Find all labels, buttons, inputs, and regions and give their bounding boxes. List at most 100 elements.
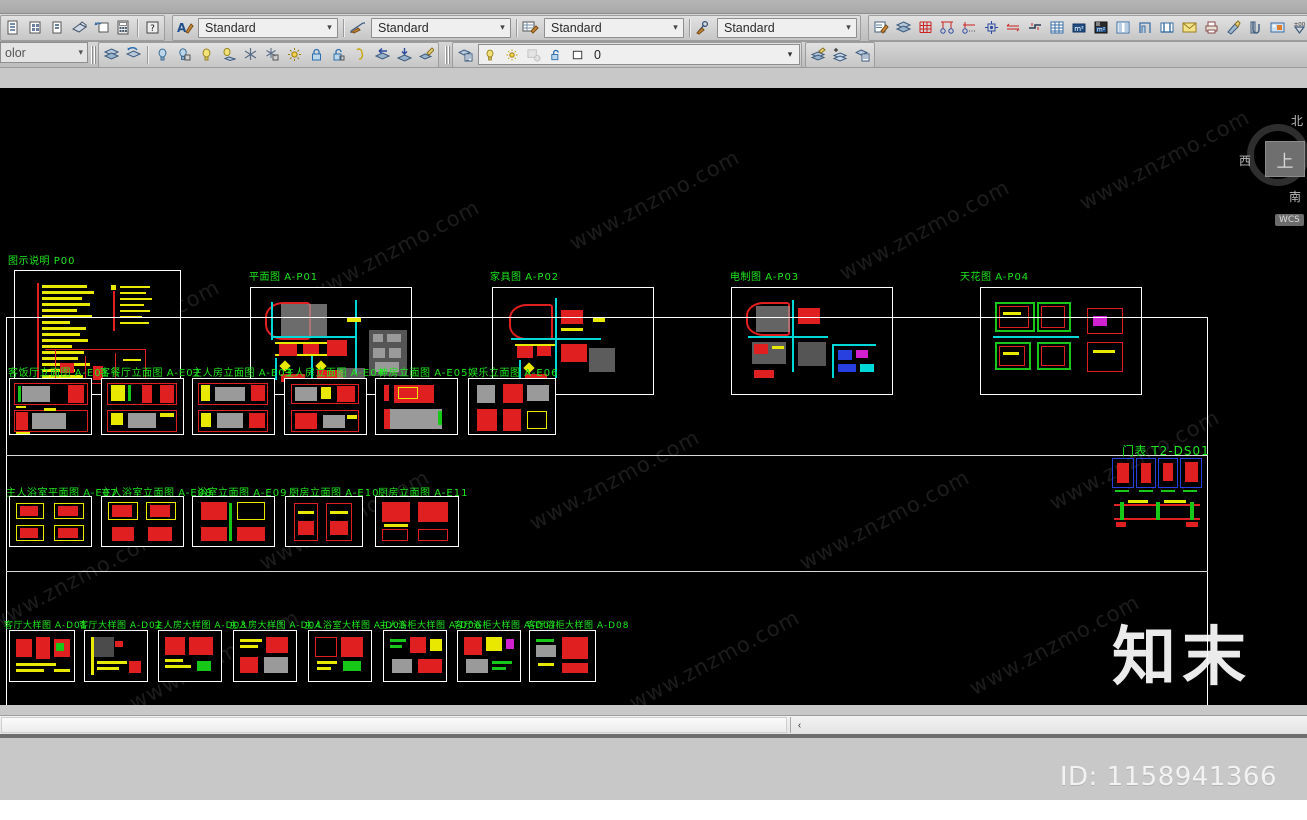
drawing-frame-a-e02[interactable] (101, 378, 184, 435)
drawing-frame-a-e05[interactable] (375, 378, 458, 435)
lightbulb-icon[interactable] (479, 44, 501, 66)
drawing-frame-a-d06[interactable] (383, 630, 447, 682)
freeze-icon[interactable] (523, 44, 545, 66)
layer-unlock-icon[interactable] (327, 44, 349, 66)
drawing-thumbnail-a-d01 (10, 631, 74, 681)
clip-icon[interactable] (1244, 17, 1266, 39)
edit-attribute-icon[interactable] (870, 17, 892, 39)
drawing-frame-a-d03[interactable] (158, 630, 222, 682)
plot-icon[interactable] (68, 17, 90, 39)
open-drawing-icon[interactable] (24, 17, 46, 39)
horizontal-scrollbar[interactable]: ‹ (0, 715, 1307, 734)
chevron-down-icon[interactable]: ▾ (495, 22, 510, 33)
dimension-style-icon[interactable] (347, 17, 369, 39)
chevron-down-icon[interactable]: ▾ (78, 47, 83, 58)
layer-control[interactable]: 0 ▾ (478, 44, 800, 65)
drawing-frame-a-d02[interactable] (84, 630, 148, 682)
layer-lock-icon[interactable] (305, 44, 327, 66)
table-style-combo[interactable]: Standard ▾ (544, 17, 684, 38)
save-drawing-icon[interactable] (46, 17, 68, 39)
layer-sun-icon[interactable] (283, 44, 305, 66)
drawing-frame-a-e10[interactable] (285, 496, 363, 547)
color-swatch-icon[interactable] (567, 44, 589, 66)
sun-icon[interactable] (501, 44, 523, 66)
scroll-left-arrow[interactable]: ‹ (790, 717, 808, 733)
text-style-icon[interactable]: A (174, 17, 196, 39)
drawing-frame-a-d01[interactable] (9, 630, 75, 682)
drawing-frame-a-e08[interactable] (101, 496, 184, 547)
drawing-frame-a-d04[interactable] (233, 630, 297, 682)
layer-thaw-icon[interactable] (261, 44, 283, 66)
new-drawing-icon[interactable] (2, 17, 24, 39)
dimension-style-combo[interactable]: Standard ▾ (371, 17, 511, 38)
layer-lamp-icon[interactable] (195, 44, 217, 66)
view-cube-top-face[interactable]: 上 (1265, 141, 1305, 177)
image-icon[interactable] (1266, 17, 1288, 39)
wall-icon[interactable] (1112, 17, 1134, 39)
drawing-frame-a-e01[interactable] (9, 378, 92, 435)
drawing-frame-a-e11[interactable] (375, 496, 459, 547)
node-icon[interactable] (980, 17, 1002, 39)
layer-walk-icon[interactable] (807, 44, 829, 66)
area-list-icon[interactable]: m² (1090, 17, 1112, 39)
layer-freeze-icon[interactable] (239, 44, 261, 66)
view-cube[interactable]: 北 西 南 上 WCS (1239, 110, 1307, 240)
table-style-icon[interactable] (520, 17, 542, 39)
drawing-frame-a-d05[interactable] (308, 630, 372, 682)
offset-section-icon[interactable] (1024, 17, 1046, 39)
window-icon[interactable] (1156, 17, 1178, 39)
drawing-frame-a-e03[interactable] (192, 378, 275, 435)
drawing-frame-a-e07[interactable] (9, 496, 92, 547)
paint-icon[interactable] (1222, 17, 1244, 39)
layer-isolate-icon[interactable] (349, 44, 371, 66)
ucs-selector[interactable]: WCS (1275, 214, 1304, 226)
grid-icon[interactable] (914, 17, 936, 39)
text-style-combo[interactable]: Standard ▾ (198, 17, 338, 38)
layer-lamp2-icon[interactable] (217, 44, 239, 66)
toolbar-grip[interactable] (444, 43, 450, 66)
door-icon[interactable] (1134, 17, 1156, 39)
layer-states-icon[interactable] (851, 44, 873, 66)
drawing-frame-a-e04[interactable] (284, 378, 367, 435)
drawing-label-a-p01: 平面图 A-P01 (249, 268, 318, 283)
drawing-thumbnail-a-e05 (376, 379, 457, 434)
plot-preview-icon[interactable] (90, 17, 112, 39)
drawing-canvas[interactable]: www.znzmo.com www.znzmo.com www.znzmo.co… (0, 88, 1307, 705)
calculator-icon[interactable] (112, 17, 134, 39)
chevron-down-icon[interactable]: ▾ (668, 22, 683, 33)
drawing-frame-a-d07[interactable] (457, 630, 521, 682)
drawing-thumbnail-t2-ds01[interactable] (1112, 458, 1202, 530)
layer-new-icon[interactable] (829, 44, 851, 66)
chevron-down-icon[interactable]: ▾ (781, 49, 799, 60)
drawing-frame-a-d08[interactable] (529, 630, 596, 682)
layer-off-icon[interactable] (173, 44, 195, 66)
table-icon[interactable] (1046, 17, 1068, 39)
scrollbar-thumb[interactable] (1, 717, 787, 733)
multileader-style-combo[interactable]: Standard ▾ (717, 17, 857, 38)
columns-icon[interactable] (936, 17, 958, 39)
elevation-icon[interactable]: ±00 (1288, 17, 1307, 39)
drawing-frame-a-e09[interactable] (192, 496, 275, 547)
layers-icon[interactable] (892, 17, 914, 39)
area-m2-icon[interactable]: m² (1068, 17, 1090, 39)
toolbar-grip[interactable] (90, 43, 96, 66)
layer-properties-icon[interactable] (100, 44, 122, 66)
layer-on-icon[interactable] (151, 44, 173, 66)
multileader-style-icon[interactable] (693, 17, 715, 39)
express-tools-toolbar-group: m² m² ±00 (868, 14, 1307, 41)
help-icon[interactable]: ? (141, 17, 163, 39)
layer-merge-icon[interactable] (371, 44, 393, 66)
align-icon[interactable] (1002, 17, 1024, 39)
color-control[interactable]: olor ▾ (0, 42, 88, 63)
layer-to-current-icon[interactable] (393, 44, 415, 66)
column-line-icon[interactable] (958, 17, 980, 39)
mail-icon[interactable] (1178, 17, 1200, 39)
layer-previous-icon[interactable] (122, 44, 144, 66)
print-icon[interactable] (1200, 17, 1222, 39)
unlock-icon[interactable] (545, 44, 567, 66)
chevron-down-icon[interactable]: ▾ (322, 22, 337, 33)
drawing-frame-a-e06[interactable] (468, 378, 556, 435)
layer-properties-manager-icon[interactable] (454, 44, 476, 66)
chevron-down-icon[interactable]: ▾ (841, 22, 856, 33)
layer-match-icon[interactable] (415, 44, 437, 66)
